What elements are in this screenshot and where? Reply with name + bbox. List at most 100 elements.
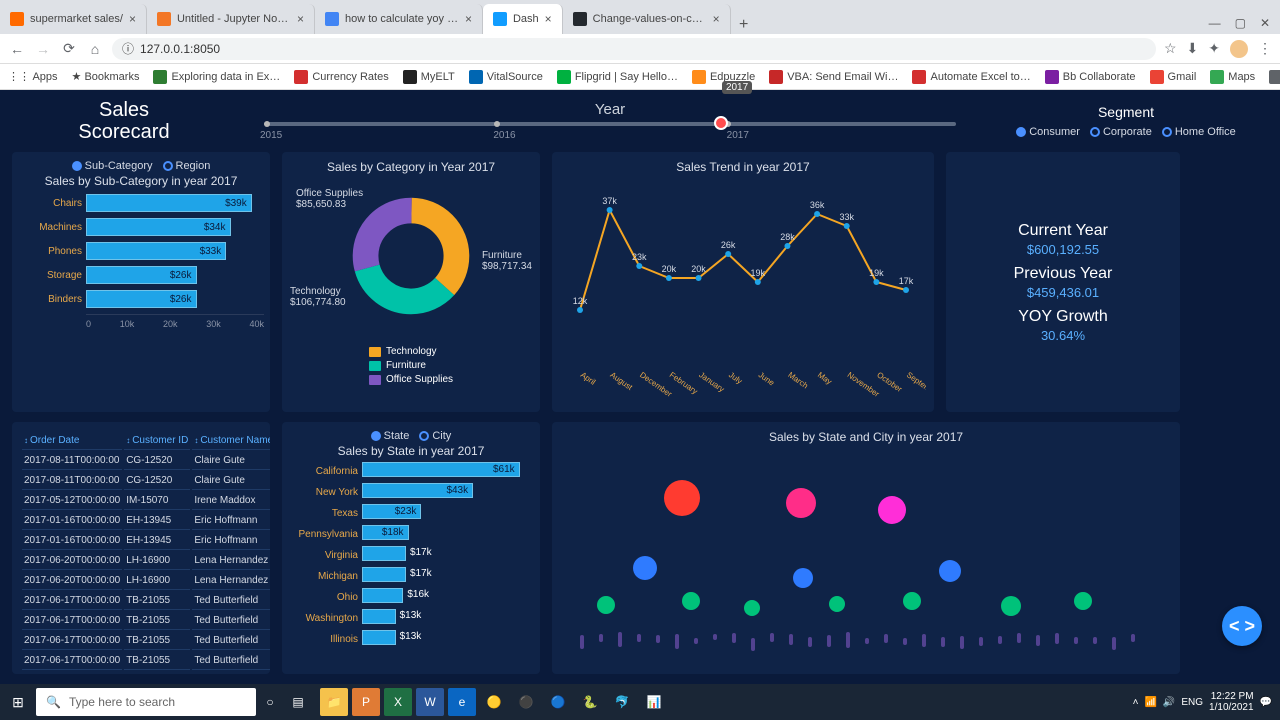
svg-text:20k: 20k bbox=[691, 264, 706, 274]
state-title: Sales by State in year 2017 bbox=[290, 444, 532, 458]
tray-language[interactable]: ENG bbox=[1181, 697, 1203, 708]
tb-app-explorer[interactable]: 📁 bbox=[320, 688, 348, 716]
subcat-radio-region[interactable]: Region bbox=[163, 160, 211, 172]
menu-icon[interactable]: ⋮ bbox=[1258, 40, 1272, 57]
table-header[interactable]: Order Date bbox=[22, 432, 122, 450]
bubble-title: Sales by State and City in year 2017 bbox=[560, 430, 1172, 444]
table-row[interactable]: 2017-06-17T00:00:00TB-21055Ted Butterfie… bbox=[22, 652, 270, 670]
browser-tab[interactable]: Change-values-on-cards-dynami× bbox=[563, 4, 731, 34]
bookmark-item[interactable]: MyELT bbox=[403, 70, 455, 84]
taskview-icon[interactable]: ▤ bbox=[284, 688, 312, 716]
slider-handle[interactable] bbox=[714, 116, 728, 130]
table-header[interactable]: Customer Name bbox=[192, 432, 270, 450]
close-icon[interactable]: × bbox=[465, 12, 472, 26]
bookmark-item[interactable]: Flipgrid | Say Hello… bbox=[557, 70, 678, 84]
bookmark-item[interactable]: Exploring data in Ex… bbox=[153, 70, 280, 84]
table-row[interactable]: 2017-06-17T00:00:00TB-21055Ted Butterfie… bbox=[22, 592, 270, 610]
table-row[interactable]: 2017-06-20T00:00:00LH-16900Lena Hernande… bbox=[22, 552, 270, 570]
profile-avatar-icon[interactable] bbox=[1230, 40, 1248, 58]
bubble bbox=[793, 568, 813, 588]
table-header[interactable]: Customer ID bbox=[124, 432, 190, 450]
tb-app-obs[interactable]: ⚫ bbox=[512, 688, 540, 716]
card-subcategory-bars: Sub-CategoryRegion Sales by Sub-Category… bbox=[12, 152, 270, 412]
tb-app-spreadsheet[interactable]: 📊 bbox=[640, 688, 668, 716]
bookmark-item[interactable]: Automate Excel to… bbox=[912, 70, 1030, 84]
taskbar-search[interactable]: 🔍 Type here to search bbox=[36, 688, 256, 716]
nav-home-icon[interactable]: ⌂ bbox=[86, 41, 104, 57]
table-row[interactable]: 2017-06-20T00:00:00LH-16900Lena Hernande… bbox=[22, 572, 270, 590]
state-radio-city[interactable]: City bbox=[419, 430, 451, 442]
tb-app-python[interactable]: 🐍 bbox=[576, 688, 604, 716]
orders-table[interactable]: Order DateCustomer IDCustomer Name 2017-0… bbox=[20, 430, 270, 672]
legend-item: Office Supplies bbox=[369, 374, 453, 385]
nav-reload-icon[interactable]: ⟳ bbox=[60, 40, 78, 57]
bookmark-item[interactable]: Maps bbox=[1210, 70, 1255, 84]
download-icon[interactable]: ⬇ bbox=[1187, 40, 1199, 57]
table-row[interactable]: 2017-06-17T00:00:00TB-21055Ted Butterfie… bbox=[22, 632, 270, 650]
table-row[interactable]: 2017-08-11T00:00:00CG-12520Claire Gute bbox=[22, 452, 270, 470]
svg-text:July: July bbox=[727, 370, 744, 386]
dash-header: Sales Scorecard Year 2017 201520162017 S… bbox=[0, 90, 1280, 152]
state-bar: Texas$23k bbox=[290, 504, 532, 522]
svg-text:12k: 12k bbox=[573, 296, 588, 306]
subcat-radio-sub-category[interactable]: Sub-Category bbox=[72, 160, 153, 172]
bookmark-item[interactable]: Gmail bbox=[1150, 70, 1197, 84]
browser-tab[interactable]: supermarket sales/× bbox=[0, 4, 147, 34]
state-bar: Virginia$17k bbox=[290, 546, 532, 564]
close-icon[interactable]: × bbox=[545, 12, 552, 26]
bookmark-item[interactable]: VitalSource bbox=[469, 70, 543, 84]
window-minimize-icon[interactable]: — bbox=[1209, 16, 1221, 30]
table-row[interactable]: 2017-05-12T00:00:00IM-15070Irene Maddox bbox=[22, 492, 270, 510]
bookmark-item[interactable]: VBA: Send Email Wi… bbox=[769, 70, 898, 84]
address-input[interactable]: ⓘ 127.0.0.1:8050 bbox=[112, 38, 1156, 60]
state-bar: New York$43k bbox=[290, 483, 532, 501]
bookmark-item[interactable]: Bb Collaborate bbox=[1045, 70, 1136, 84]
nav-forward-icon[interactable]: → bbox=[34, 41, 52, 57]
tray-notifications-icon[interactable]: 💬 bbox=[1260, 697, 1272, 708]
tb-app-edge[interactable]: e bbox=[448, 688, 476, 716]
bookmark-item[interactable]: Currency Rates bbox=[294, 70, 388, 84]
table-row[interactable]: 2017-08-11T00:00:00CG-12520Claire Gute bbox=[22, 472, 270, 490]
dash-dev-button[interactable]: < > bbox=[1222, 606, 1262, 646]
cortana-icon[interactable]: ○ bbox=[256, 688, 284, 716]
tb-app-mysql[interactable]: 🐬 bbox=[608, 688, 636, 716]
bubble bbox=[939, 560, 961, 582]
year-slider[interactable] bbox=[264, 122, 956, 126]
tray-chevron-icon[interactable]: ˄ bbox=[1133, 697, 1139, 708]
tb-app-vscode[interactable]: 🔵 bbox=[544, 688, 572, 716]
table-row[interactable]: 2017-01-16T00:00:00EH-13945Eric Hoffmann bbox=[22, 512, 270, 530]
svg-text:23k: 23k bbox=[632, 252, 647, 262]
close-icon[interactable]: × bbox=[297, 12, 304, 26]
state-bar: Washington$13k bbox=[290, 609, 532, 627]
tray-clock[interactable]: 12:22 PM1/10/2021 bbox=[1209, 691, 1254, 713]
browser-tab[interactable]: Untitled - Jupyter Notebook× bbox=[147, 4, 315, 34]
card-bubble: Sales by State and City in year 2017 bbox=[552, 422, 1180, 674]
segment-radio-consumer[interactable]: Consumer bbox=[1016, 126, 1080, 138]
window-maximize-icon[interactable]: ▢ bbox=[1235, 16, 1246, 30]
close-icon[interactable]: × bbox=[129, 12, 136, 26]
segment-radio-home-office[interactable]: Home Office bbox=[1162, 126, 1236, 138]
browser-tab[interactable]: how to calculate yoy growth in p× bbox=[315, 4, 483, 34]
tb-app-word[interactable]: W bbox=[416, 688, 444, 716]
bookmark-item[interactable]: mobeenali967@ya… bbox=[1269, 70, 1280, 84]
nav-back-icon[interactable]: ← bbox=[8, 41, 26, 57]
apps-button[interactable]: ⋮⋮ Apps bbox=[8, 70, 58, 83]
tb-app-ppt[interactable]: P bbox=[352, 688, 380, 716]
legend-item: Technology bbox=[369, 346, 453, 357]
table-row[interactable]: 2017-06-17T00:00:00TB-21055Ted Butterfie… bbox=[22, 612, 270, 630]
extensions-icon[interactable]: ✦ bbox=[1208, 40, 1220, 57]
tb-app-chrome[interactable]: 🟡 bbox=[480, 688, 508, 716]
table-row[interactable]: 2017-01-16T00:00:00EH-13945Eric Hoffmann bbox=[22, 532, 270, 550]
bookmark-star-icon[interactable]: ☆ bbox=[1164, 40, 1177, 57]
state-radio-state[interactable]: State bbox=[371, 430, 410, 442]
close-icon[interactable]: × bbox=[713, 12, 720, 26]
window-close-icon[interactable]: ✕ bbox=[1260, 16, 1270, 30]
tray-wifi-icon[interactable]: 📶 bbox=[1144, 697, 1156, 708]
start-button[interactable]: ⊞ bbox=[0, 694, 36, 711]
tray-volume-icon[interactable]: 🔊 bbox=[1163, 697, 1175, 708]
browser-tab[interactable]: Dash× bbox=[483, 4, 563, 34]
tb-app-excel[interactable]: X bbox=[384, 688, 412, 716]
segment-radio-corporate[interactable]: Corporate bbox=[1090, 126, 1152, 138]
new-tab-button[interactable]: + bbox=[731, 16, 757, 34]
site-info-icon[interactable]: ⓘ bbox=[122, 40, 134, 57]
